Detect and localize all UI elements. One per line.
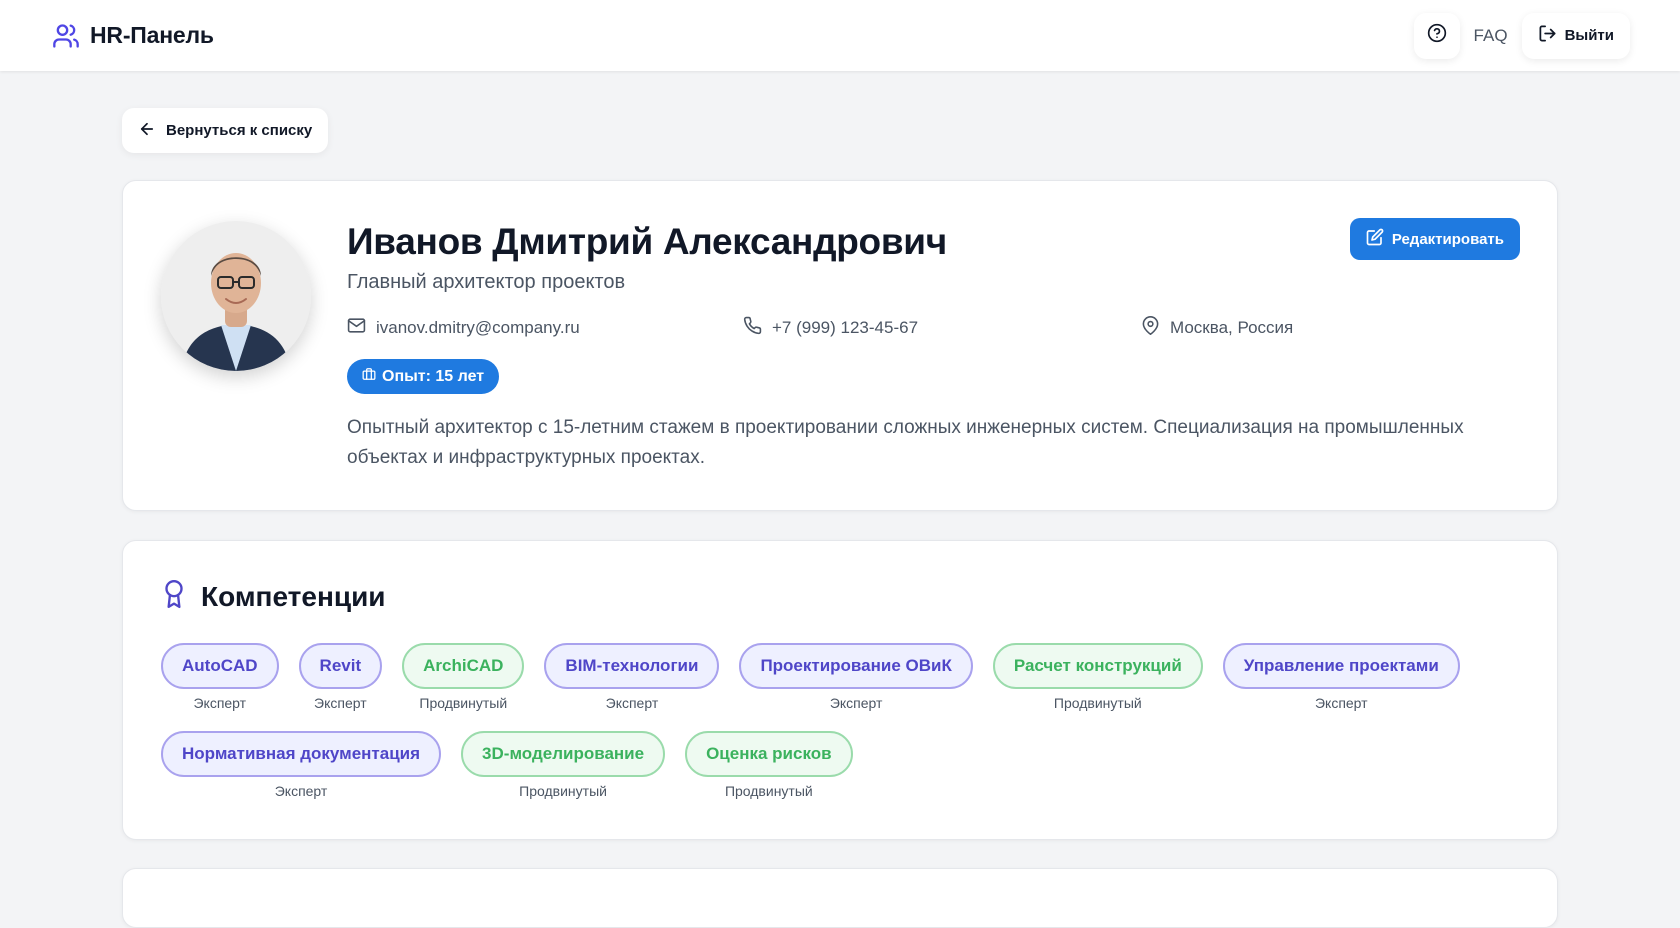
experience-badge: Опыт: 15 лет bbox=[347, 359, 500, 394]
job-title: Главный архитектор проектов bbox=[347, 271, 626, 293]
skill-tag-autocad[interactable]: AutoCAD bbox=[161, 643, 279, 689]
skill-item: AutoCAD Эксперт bbox=[161, 643, 279, 711]
edit-label: Редактировать bbox=[1391, 230, 1504, 248]
skill-tag-revit[interactable]: Revit bbox=[298, 643, 383, 689]
skill-tag-archicad[interactable]: ArchiCAD bbox=[402, 643, 525, 689]
skill-item: Управление проектами Эксперт bbox=[1222, 643, 1460, 711]
log-out-icon bbox=[1538, 24, 1557, 47]
skill-level: Продвинутый bbox=[724, 783, 813, 799]
mail-icon bbox=[347, 316, 366, 340]
top-header: HR-Панель FAQ Выйти bbox=[0, 0, 1680, 71]
logout-label: Выйти bbox=[1564, 27, 1614, 44]
skill-item: 3D-моделирование Продвинутый bbox=[461, 731, 666, 799]
faq-link[interactable]: FAQ bbox=[1472, 26, 1510, 46]
arrow-left-icon bbox=[138, 120, 156, 142]
skill-item: BIM-технологии Эксперт bbox=[544, 643, 720, 711]
briefcase-icon bbox=[362, 367, 376, 386]
phone-value: +7 (999) 123-45-67 bbox=[772, 318, 919, 337]
skill-tag-hvac-design[interactable]: Проектирование ОВиК bbox=[739, 643, 973, 689]
skill-level: Эксперт bbox=[605, 695, 659, 711]
users-icon bbox=[51, 21, 81, 51]
back-to-list-button[interactable]: Вернуться к списку bbox=[122, 108, 329, 153]
skills-row: Нормативная документация Эксперт 3D-моде… bbox=[161, 731, 853, 799]
avatar bbox=[161, 221, 311, 371]
experience-value: Опыт: 15 лет bbox=[382, 367, 485, 385]
skill-item: Проектирование ОВиК Эксперт bbox=[739, 643, 973, 711]
employee-bio: Опытный архитектор с 15-летним стажем в … bbox=[347, 417, 1464, 468]
award-icon bbox=[161, 579, 187, 614]
skill-level: Эксперт bbox=[829, 695, 883, 711]
contact-phone[interactable]: +7 (999) 123-45-67 bbox=[743, 316, 918, 340]
skill-level: Эксперт bbox=[274, 783, 328, 799]
profile-card: Иванов Дмитрий Александрович Главный арх… bbox=[122, 180, 1558, 511]
skill-tag-risk-assessment[interactable]: Оценка рисков bbox=[685, 731, 853, 777]
skill-level: Продвинутый bbox=[519, 783, 607, 799]
skills-title: Компетенции bbox=[201, 580, 386, 612]
skill-tag-3d-modeling[interactable]: 3D-моделирование bbox=[461, 731, 666, 777]
skill-tag-regulatory-docs[interactable]: Нормативная документация bbox=[161, 731, 442, 777]
skills-card: Компетенции AutoCAD Эксперт Revit Экспер… bbox=[122, 540, 1558, 840]
back-label: Вернуться к списку bbox=[166, 122, 313, 139]
contact-email[interactable]: ivanov.dmitry@company.ru bbox=[347, 316, 580, 340]
map-pin-icon bbox=[1141, 316, 1160, 340]
employee-name: Иванов Дмитрий Александрович bbox=[347, 221, 947, 262]
skill-item: ArchiCAD Продвинутый bbox=[402, 643, 525, 711]
skill-item: Оценка рисков Продвинутый bbox=[685, 731, 853, 799]
help-button[interactable] bbox=[1413, 12, 1460, 59]
skill-level: Эксперт bbox=[314, 695, 367, 711]
edit-button[interactable]: Редактировать bbox=[1349, 218, 1520, 260]
email-value: ivanov.dmitry@company.ru bbox=[376, 318, 580, 337]
skill-level: Эксперт bbox=[193, 695, 247, 711]
skill-item: Revit Эксперт bbox=[298, 643, 383, 711]
contact-location: Москва, Россия bbox=[1141, 316, 1293, 340]
skill-level: Продвинутый bbox=[1053, 695, 1142, 711]
skills-row: AutoCAD Эксперт Revit Эксперт ArchiCAD П… bbox=[161, 643, 1460, 711]
app-title: HR-Панель bbox=[90, 22, 214, 48]
skill-level: Продвинутый bbox=[419, 695, 508, 711]
skill-item: Нормативная документация Эксперт bbox=[161, 731, 442, 799]
skill-tag-project-management[interactable]: Управление проектами bbox=[1222, 643, 1460, 689]
next-section-card bbox=[122, 868, 1558, 928]
question-circle-icon bbox=[1427, 23, 1447, 48]
phone-icon bbox=[743, 316, 762, 340]
skill-tag-structural-calc[interactable]: Расчет конструкций bbox=[992, 643, 1203, 689]
header-actions: FAQ Выйти bbox=[1413, 12, 1630, 59]
skill-level: Эксперт bbox=[1314, 695, 1368, 711]
logout-button[interactable]: Выйти bbox=[1521, 12, 1630, 59]
brand[interactable]: HR-Панель bbox=[51, 21, 214, 51]
edit-icon bbox=[1366, 228, 1384, 250]
skill-tag-bim[interactable]: BIM-технологии bbox=[544, 643, 720, 689]
location-value: Москва, Россия bbox=[1170, 318, 1294, 337]
skills-header: Компетенции bbox=[161, 579, 386, 614]
skill-item: Расчет конструкций Продвинутый bbox=[992, 643, 1203, 711]
